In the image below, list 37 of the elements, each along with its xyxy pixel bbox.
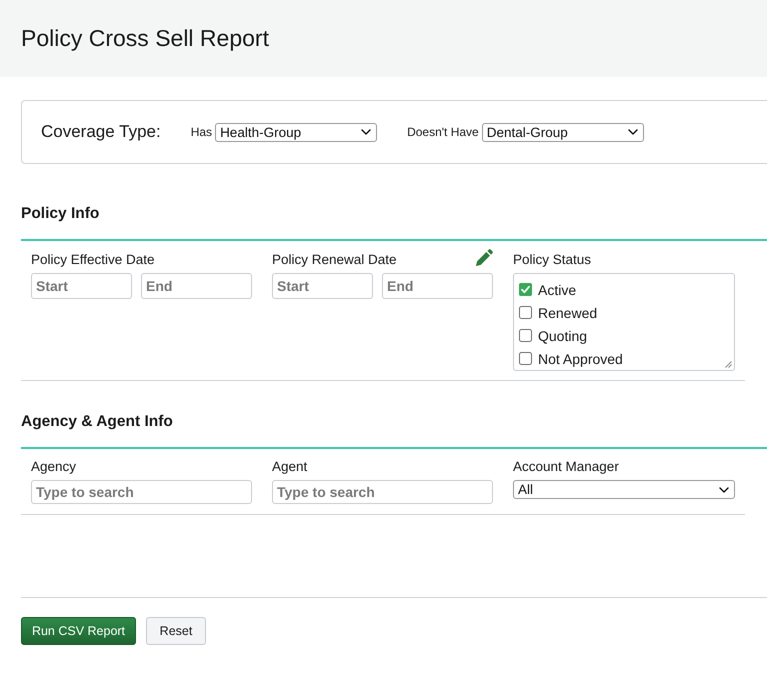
checkbox[interactable]: [519, 329, 532, 342]
date-input[interactable]: End: [141, 273, 252, 299]
checkbox[interactable]: [519, 283, 532, 296]
field-label: Policy Renewal Date: [272, 251, 397, 269]
section-title: Agency & Agent Info: [21, 412, 174, 432]
date-input[interactable]: Start: [31, 273, 132, 299]
select-field[interactable]: All: [513, 480, 735, 499]
checkbox[interactable]: [519, 306, 532, 319]
option-label: Renewed: [538, 304, 598, 320]
field-label: Account Manager: [513, 458, 619, 476]
search-field[interactable]: Type to search: [31, 480, 252, 504]
field-label: Policy Effective Date: [31, 251, 155, 269]
date-input[interactable]: Start: [272, 273, 373, 299]
run-report-button[interactable]: Run CSV Report: [21, 617, 136, 645]
reset-button[interactable]: Reset: [146, 617, 206, 645]
coverage-select[interactable]: Dental-Group: [482, 122, 644, 142]
resize-grip-icon[interactable]: [725, 361, 732, 368]
field-label: Policy Status: [513, 251, 592, 269]
page-title: Policy Cross Sell Report: [21, 25, 269, 52]
chevron-down-icon: [361, 129, 372, 135]
section-title: Policy Info: [21, 204, 100, 224]
checkbox[interactable]: [519, 352, 532, 365]
pencil-icon[interactable]: [475, 249, 493, 267]
search-field[interactable]: Type to search: [272, 480, 493, 504]
coverage-select[interactable]: Health-Group: [215, 122, 378, 142]
field-label: Agency: [31, 458, 76, 476]
date-input[interactable]: End: [382, 273, 493, 299]
option-label: Active: [538, 282, 576, 298]
option-label: Not Approved: [538, 350, 623, 366]
filter-label: Doesn't Have: [407, 125, 479, 139]
field-label: Agent: [272, 458, 308, 476]
chevron-down-icon: [628, 129, 638, 135]
chevron-down-icon: [719, 486, 729, 492]
filter-label: Has: [190, 125, 212, 139]
coverage-label: Coverage Type:: [41, 122, 161, 142]
status-list[interactable]: Active Renewed Quoting Not Approved: [513, 273, 735, 371]
option-label: Quoting: [538, 328, 588, 344]
